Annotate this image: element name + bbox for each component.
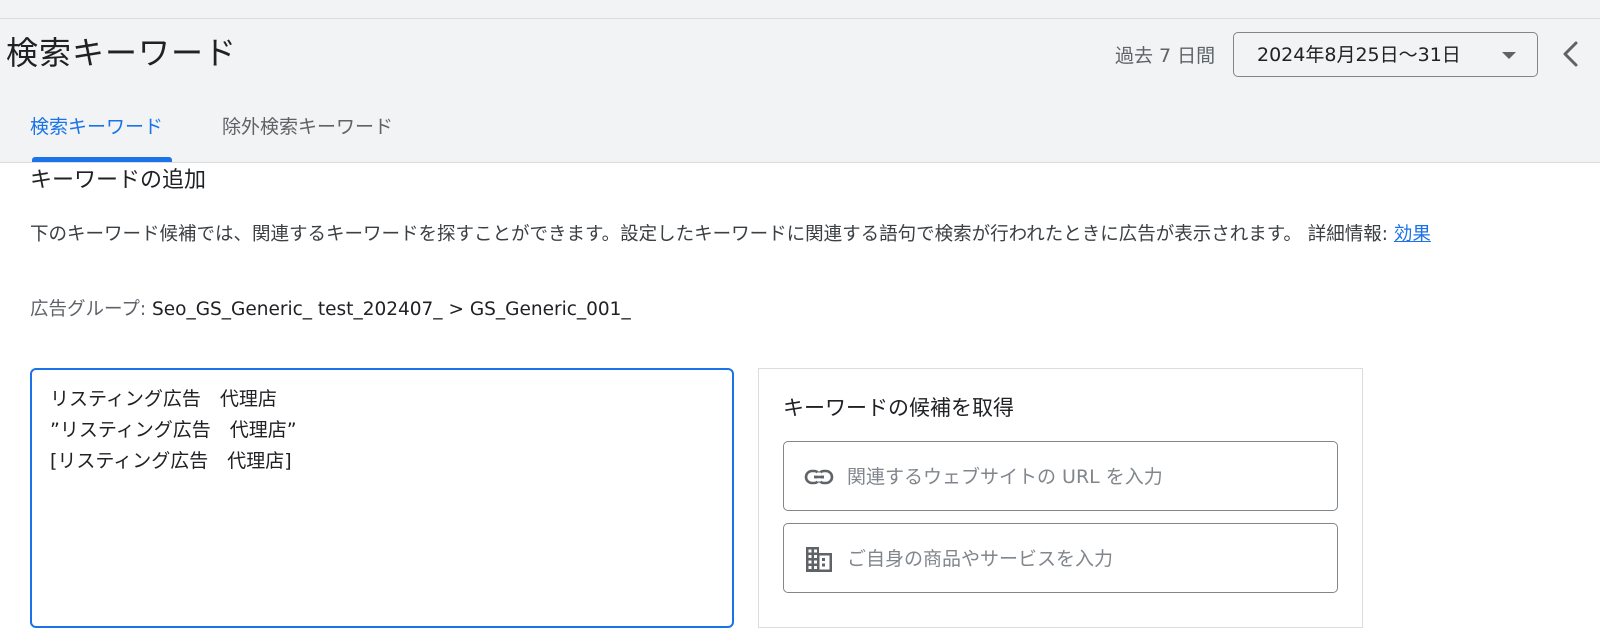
product-service-placeholder: ご自身の商品やサービスを入力 bbox=[847, 548, 1114, 570]
keyword-suggestions-panel: キーワードの候補を取得 関連するウェブサイトの URL を入力 ご自身の商品やサ… bbox=[758, 368, 1363, 628]
ad-group-value: Seo_GS_Generic_ test_202407_ > GS_Generi… bbox=[152, 299, 631, 320]
chevron-left-icon[interactable] bbox=[1556, 38, 1584, 70]
website-url-input[interactable]: 関連するウェブサイトの URL を入力 bbox=[783, 441, 1338, 511]
website-url-placeholder: 関連するウェブサイトの URL を入力 bbox=[847, 466, 1163, 488]
section-description: 下のキーワード候補では、関連するキーワードを探すことができます。設定したキーワー… bbox=[30, 222, 1431, 248]
date-range-picker[interactable]: 2024年8月25日〜31日 bbox=[1233, 32, 1538, 77]
keyword-line: [リスティング広告 代理店] bbox=[50, 450, 292, 472]
keyword-line: ”リスティング広告 代理店” bbox=[50, 419, 297, 441]
tab-search-keywords[interactable]: 検索キーワード bbox=[30, 112, 163, 142]
keyword-input[interactable]: リスティング広告 代理店 ”リスティング広告 代理店” [リスティング広告 代理… bbox=[30, 368, 734, 628]
business-icon bbox=[804, 544, 834, 574]
date-range-value: 2024年8月25日〜31日 bbox=[1257, 44, 1461, 66]
header-bar: 検索キーワード 過去 7 日間 2024年8月25日〜31日 検索キーワード 除… bbox=[0, 0, 1600, 163]
tab-divider bbox=[0, 162, 1600, 163]
product-service-input[interactable]: ご自身の商品やサービスを入力 bbox=[783, 523, 1338, 593]
page-title: 検索キーワード bbox=[6, 34, 238, 72]
help-link[interactable]: 効果 bbox=[1394, 224, 1431, 245]
date-range-label: 過去 7 日間 bbox=[1115, 45, 1216, 67]
keyword-line: リスティング広告 代理店 bbox=[50, 388, 277, 410]
suggestions-title: キーワードの候補を取得 bbox=[783, 396, 1014, 420]
ad-group-label: 広告グループ: bbox=[30, 299, 153, 320]
description-text: 下のキーワード候補では、関連するキーワードを探すことができます。設定したキーワー… bbox=[30, 224, 1394, 245]
section-title: キーワードの追加 bbox=[30, 168, 207, 193]
arrow-drop-down-icon bbox=[1502, 52, 1516, 59]
top-divider bbox=[0, 18, 1600, 19]
ad-group-line: 広告グループ: Seo_GS_Generic_ test_202407_ > G… bbox=[30, 297, 631, 323]
tab-negative-keywords[interactable]: 除外検索キーワード bbox=[222, 112, 393, 142]
link-icon bbox=[804, 462, 834, 492]
